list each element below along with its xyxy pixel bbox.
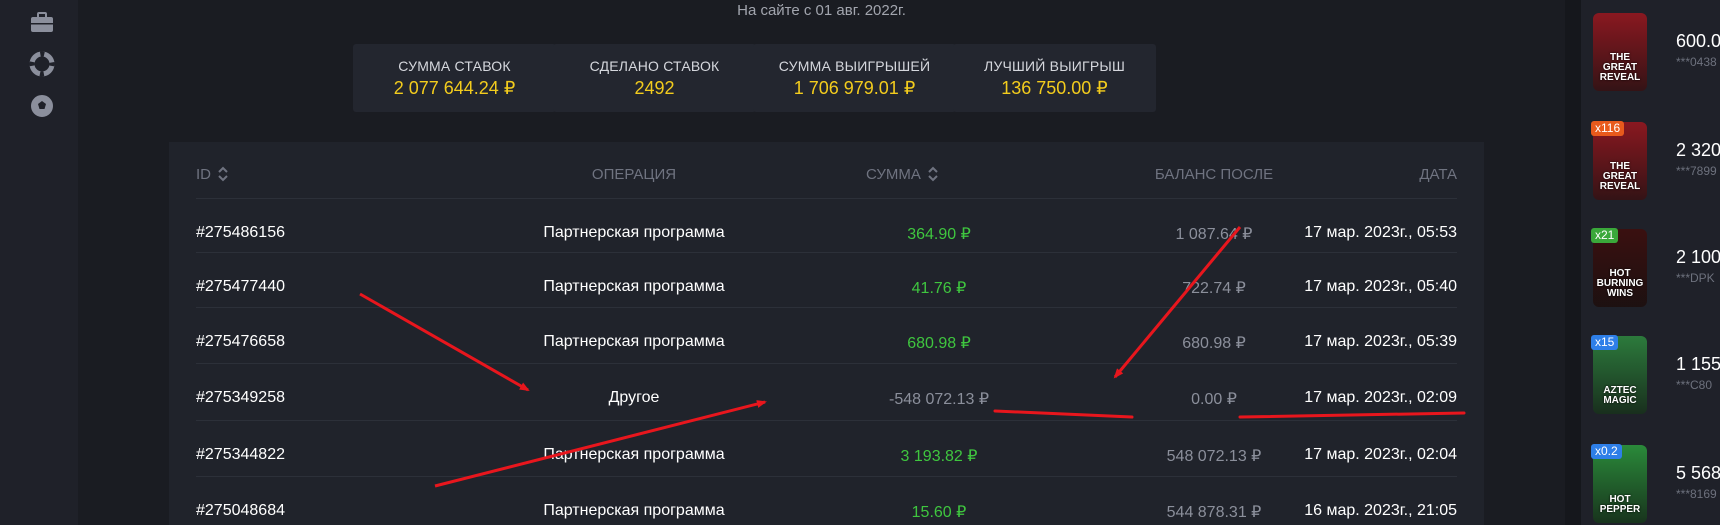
game-name-line: MAGIC	[1603, 395, 1637, 406]
member-since: На сайте с 01 авг. 2022г.	[737, 2, 906, 19]
column-header-sum[interactable]: СУММА	[866, 166, 939, 183]
header-label: ID	[196, 166, 211, 183]
stat-value: 136 750.00 ₽	[1001, 78, 1108, 98]
row-date: 17 мар. 2023г., 05:39	[1304, 333, 1457, 350]
win-user: ***7899	[1676, 164, 1717, 178]
game-name-line: THE GREAT	[1602, 161, 1638, 182]
row-id: #275344822	[196, 446, 285, 463]
column-header-date: ДАТА	[1419, 166, 1457, 183]
briefcase-icon[interactable]	[28, 8, 56, 36]
row-balance: 548 072.13 ₽	[1166, 448, 1262, 465]
stat-value: 1 706 979.01 ₽	[793, 78, 916, 98]
row-balance: 1 087.64 ₽	[1175, 226, 1253, 243]
row-divider	[196, 252, 1457, 253]
multiplier-badge: x0.2	[1591, 444, 1622, 459]
win-user: ***0438	[1676, 55, 1717, 69]
win-user: ***DPK	[1676, 271, 1715, 285]
game-name: AZTEC MAGIC	[1593, 386, 1647, 406]
row-operation: Партнерская программа	[543, 333, 725, 350]
row-divider	[196, 476, 1457, 477]
header-label: СУММА	[866, 166, 921, 183]
row-date: 17 мар. 2023г., 05:40	[1304, 278, 1457, 295]
recent-wins-panel: THE GREAT REVEAL 600.0 ***0438 THE GREAT REVE…	[1581, 0, 1720, 525]
left-sidebar	[0, 0, 78, 525]
multiplier-badge: x21	[1591, 228, 1619, 243]
right-panel-divider	[1565, 0, 1581, 525]
row-operation: Другое	[608, 389, 660, 406]
game-name: HOT PEPPER	[1593, 495, 1647, 515]
win-amount: 1 155	[1676, 354, 1720, 374]
game-thumbnail[interactable]: THE GREAT REVEAL	[1593, 13, 1647, 91]
stat-label: СУММА ВЫИГРЫШЕЙ	[778, 58, 931, 74]
game-name-line: PEPPER	[1599, 504, 1641, 515]
game-name: HOT BURNING WINS	[1593, 269, 1647, 299]
row-operation: Партнерская программа	[543, 446, 725, 463]
row-balance: 544 878.31 ₽	[1166, 504, 1262, 521]
stat-best-win: ЛУЧШИЙ ВЫИГРЫШ 136 750.00 ₽	[953, 44, 1156, 112]
row-date: 17 мар. 2023г., 02:09	[1304, 389, 1457, 406]
game-name: THE GREAT REVEAL	[1593, 162, 1647, 192]
row-operation: Партнерская программа	[543, 502, 725, 519]
game-name-line: THE GREAT	[1602, 52, 1638, 73]
win-amount: 600.0	[1676, 31, 1720, 51]
soccer-ball-icon[interactable]	[28, 92, 56, 120]
row-id: #275476658	[196, 333, 285, 350]
win-amount: 2 100	[1676, 247, 1720, 267]
row-id: #275048684	[196, 502, 285, 519]
row-operation: Партнерская программа	[543, 278, 725, 295]
stat-total-bets: СУММА СТАВОК 2 077 644.24 ₽	[353, 44, 556, 112]
game-name-line: WINS	[1606, 288, 1634, 299]
sort-icon[interactable]	[217, 166, 229, 182]
row-divider	[196, 307, 1457, 308]
win-user: ***8169	[1676, 487, 1717, 501]
row-divider	[196, 198, 1457, 199]
row-balance: 0.00 ₽	[1191, 391, 1237, 408]
stat-value: 2492	[634, 78, 675, 98]
game-name: THE GREAT REVEAL	[1593, 53, 1647, 83]
row-sum: 41.76 ₽	[911, 280, 967, 297]
row-sum: 680.98 ₽	[907, 335, 971, 352]
row-date: 17 мар. 2023г., 05:53	[1304, 224, 1457, 241]
row-id: #275477440	[196, 278, 285, 295]
win-amount: 2 320	[1676, 140, 1720, 160]
stat-value: 2 077 644.24 ₽	[393, 78, 516, 98]
win-user: ***C80	[1676, 378, 1713, 392]
column-header-id[interactable]: ID	[196, 166, 229, 183]
row-date: 17 мар. 2023г., 02:04	[1304, 446, 1457, 463]
row-id: #275486156	[196, 224, 285, 241]
row-sum: 364.90 ₽	[907, 226, 971, 243]
row-balance: 680.98 ₽	[1182, 335, 1246, 352]
row-sum: 15.60 ₽	[911, 504, 967, 521]
game-name-line: REVEAL	[1599, 72, 1641, 83]
game-name-line: REVEAL	[1599, 181, 1641, 192]
row-divider	[196, 420, 1457, 421]
row-sum: 3 193.82 ₽	[900, 448, 978, 465]
sort-icon[interactable]	[927, 166, 939, 182]
row-balance: 722.74 ₽	[1182, 280, 1246, 297]
stat-bets-count: СДЕЛАНО СТАВОК 2492	[553, 44, 756, 112]
row-date: 16 мар. 2023г., 21:05	[1304, 502, 1457, 519]
row-divider	[196, 363, 1457, 364]
multiplier-badge: x116	[1591, 121, 1625, 136]
stat-label: СУММА СТАВОК	[398, 58, 511, 74]
row-sum: -548 072.13 ₽	[888, 391, 990, 408]
transactions-table: ID ОПЕРАЦИЯ СУММА БАЛАНС ПОСЛЕ ДАТА #275…	[169, 142, 1484, 525]
column-header-operation: ОПЕРАЦИЯ	[591, 166, 677, 183]
stat-label: СДЕЛАНО СТАВОК	[589, 58, 720, 74]
stat-total-wins: СУММА ВЫИГРЫШЕЙ 1 706 979.01 ₽	[753, 44, 956, 112]
win-amount: 5 568	[1676, 463, 1720, 483]
multiplier-badge: x15	[1591, 335, 1619, 350]
column-header-balance: БАЛАНС ПОСЛЕ	[1154, 166, 1274, 183]
row-id: #275349258	[196, 389, 285, 406]
stat-label: ЛУЧШИЙ ВЫИГРЫШ	[984, 58, 1125, 74]
row-operation: Партнерская программа	[543, 224, 725, 241]
lifebuoy-icon[interactable]	[28, 50, 56, 78]
